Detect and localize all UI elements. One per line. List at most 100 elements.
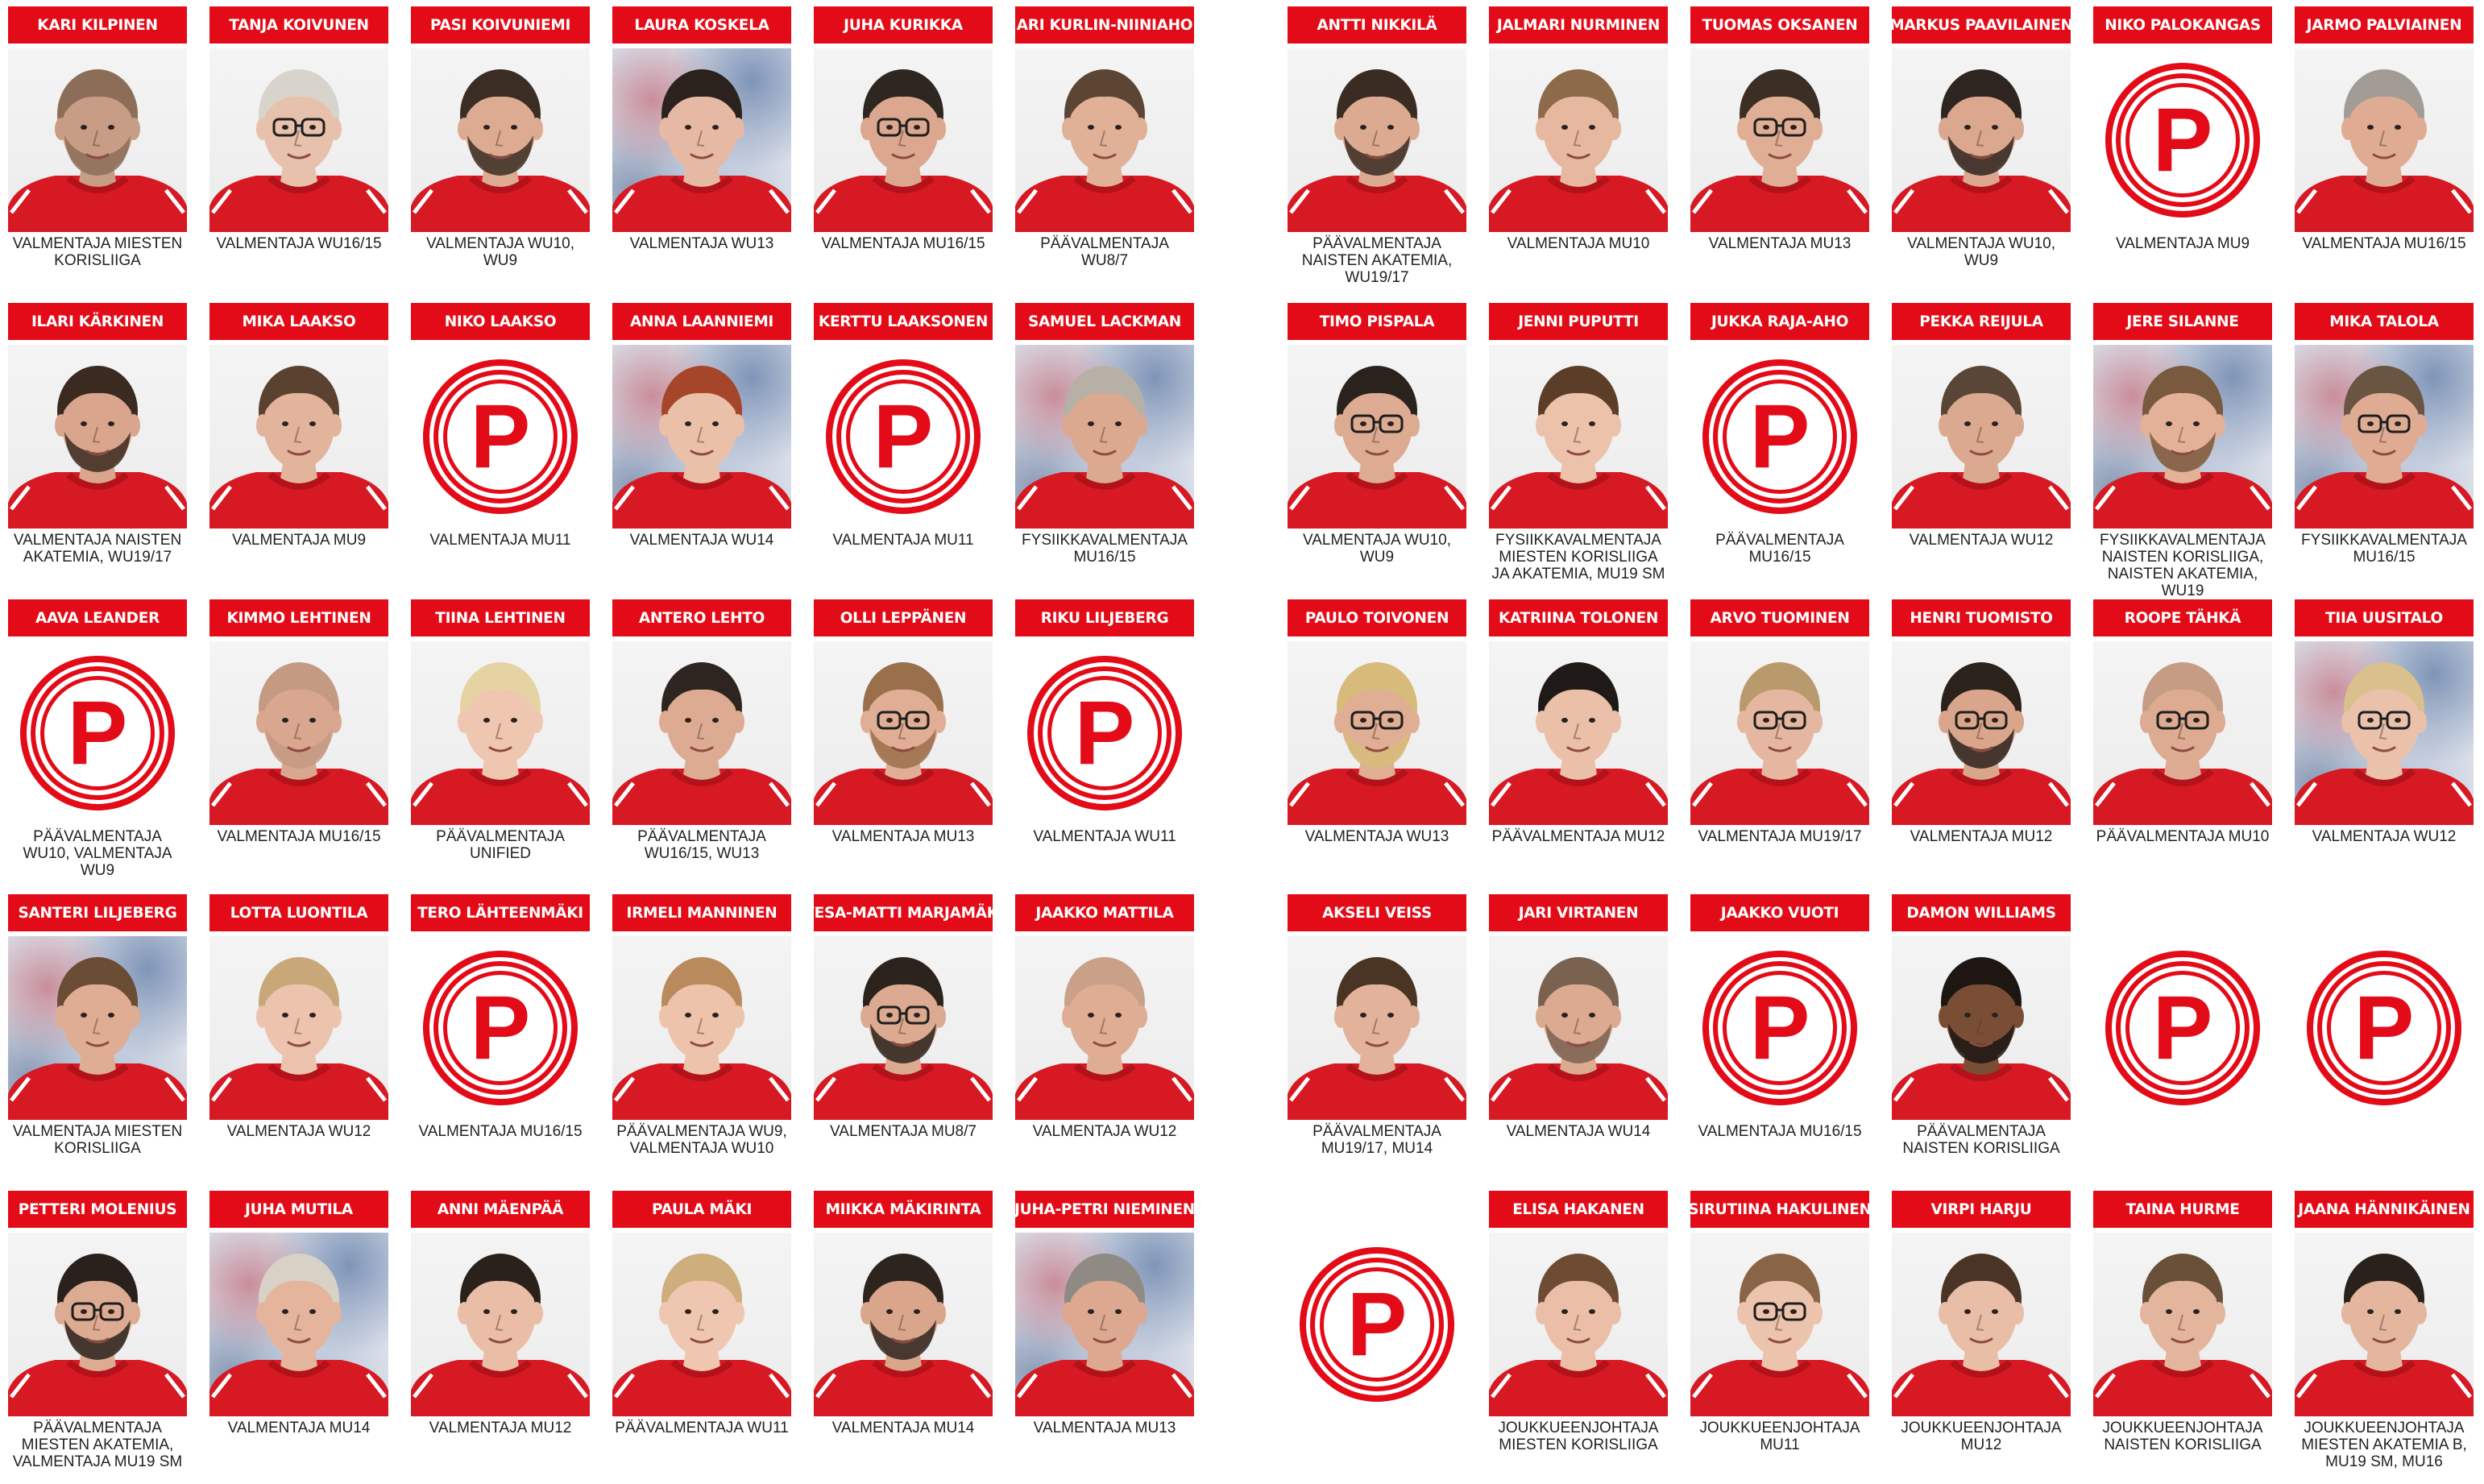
coach-name: ROOPE TÄHKÄ xyxy=(2093,599,2272,636)
portrait-figure xyxy=(1489,957,1668,1120)
coach-photo xyxy=(1489,48,1668,232)
coach-role: PÄÄVALMENTAJA NAISTEN KORISLIIGA xyxy=(1902,1123,2060,1157)
coach-name: JUHA MUTILA xyxy=(209,1191,388,1228)
placeholder-logo: P xyxy=(1690,345,1869,529)
coach-name: JENNI PUPUTTI xyxy=(1489,303,1668,340)
coach-role: JOUKKUEENJOHTAJA MIESTEN KORISLIIGA xyxy=(1498,1420,1659,1453)
coach-photo xyxy=(2093,345,2272,529)
coach-photo xyxy=(1015,48,1194,232)
coach-photo xyxy=(2295,641,2474,825)
coach-photo xyxy=(1015,936,1194,1120)
portrait-figure xyxy=(2295,1254,2474,1416)
coach-photo xyxy=(1489,345,1668,529)
coach-role: PÄÄVALMENTAJA WU9, VALMENTAJA WU10 xyxy=(616,1123,787,1157)
coach-name: AAVA LEANDER xyxy=(8,599,187,636)
coach-role: VALMENTAJA WU14 xyxy=(629,532,774,549)
club-logo-icon: P xyxy=(423,951,578,1105)
portrait-figure xyxy=(814,69,993,232)
coach-role: FYSIIKKAVALMENTAJA MIESTEN KORISLIIGA JA… xyxy=(1491,532,1665,582)
svg-text:P: P xyxy=(2354,977,2415,1078)
coach-name: JAAKKO VUOTI xyxy=(1690,894,1869,931)
portrait-figure xyxy=(1690,1254,1869,1416)
coach-photo xyxy=(612,48,791,232)
coach-photo xyxy=(1892,641,2071,825)
coach-photo xyxy=(8,1233,187,1416)
coach-role: VALMENTAJA WU10, WU9 xyxy=(425,235,575,269)
coach-name: LOTTA LUONTILA xyxy=(209,894,388,931)
coach-photo xyxy=(2093,641,2272,825)
coach-role: PÄÄVALMENTAJA MU16/15 xyxy=(1715,532,1844,566)
portrait-figure xyxy=(1892,69,2071,232)
coach-name: ELISA HAKANEN xyxy=(1489,1191,1668,1228)
portrait-figure xyxy=(1489,1254,1668,1416)
coach-photo xyxy=(1015,345,1194,529)
coach-photo xyxy=(814,1233,993,1416)
coach-name: PAULO TOIVONEN xyxy=(1288,599,1466,636)
coach-photo xyxy=(209,1233,388,1416)
portrait-figure xyxy=(1015,69,1194,232)
coach-name: MIKA TALOLA xyxy=(2295,303,2474,340)
svg-text:P: P xyxy=(471,386,531,487)
coach-photo xyxy=(1288,345,1466,529)
coach-photo xyxy=(1690,641,1869,825)
coach-role: VALMENTAJA MU8/7 xyxy=(830,1123,977,1140)
portrait-figure xyxy=(209,1254,388,1416)
coach-name: PEKKA REIJULA xyxy=(1892,303,2071,340)
coach-photo xyxy=(1015,1233,1194,1416)
club-logo-icon: P xyxy=(1027,656,1182,810)
coach-role: VALMENTAJA MU16/15 xyxy=(1698,1123,1862,1140)
portrait-figure xyxy=(1015,957,1194,1120)
coach-photo xyxy=(1690,1233,1869,1416)
portrait-figure xyxy=(1015,1254,1194,1416)
coach-name: ANTTI NIKKILÄ xyxy=(1288,6,1466,44)
coach-photo xyxy=(2295,48,2474,232)
portrait-figure xyxy=(2295,69,2474,232)
coach-role: VALMENTAJA MU12 xyxy=(1910,828,2053,845)
coach-role: FYSIIKKAVALMENTAJA MU16/15 xyxy=(1022,532,1188,566)
coach-photo xyxy=(1690,48,1869,232)
coach-photo xyxy=(2093,1233,2272,1416)
coach-name: OLLI LEPPÄNEN xyxy=(814,599,993,636)
club-logo-icon: P xyxy=(1300,1247,1454,1402)
coach-photo xyxy=(2295,1233,2474,1416)
coach-name: JARMO PALVIAINEN xyxy=(2295,6,2474,44)
coach-role: VALMENTAJA MU13 xyxy=(831,828,975,845)
coach-name: MARKUS PAAVILAINEN xyxy=(1892,6,2071,44)
coach-name: ANNI MÄENPÄÄ xyxy=(411,1191,590,1228)
coach-name: SIRUTIINA HAKULINEN xyxy=(1690,1191,1869,1228)
club-logo-icon: P xyxy=(423,359,578,514)
coach-name: IRMELI MANNINEN xyxy=(612,894,791,931)
portrait-figure xyxy=(1288,69,1466,232)
coach-photo xyxy=(1892,936,2071,1120)
portrait-figure xyxy=(814,1254,993,1416)
coach-role: VALMENTAJA MU14 xyxy=(831,1420,975,1436)
portrait-figure xyxy=(1892,957,2071,1120)
coach-name: RIKU LILJEBERG xyxy=(1015,599,1194,636)
coach-role: VALMENTAJA MU19/17 xyxy=(1698,828,1862,845)
coach-photo xyxy=(1489,936,1668,1120)
portrait-figure xyxy=(612,1254,791,1416)
coach-role: VALMENTAJA MU16/15 xyxy=(217,828,381,845)
coach-role: FYSIIKKAVALMENTAJA NAISTEN KORISLIIGA, N… xyxy=(2100,532,2266,599)
svg-text:P: P xyxy=(2153,89,2213,190)
portrait-figure xyxy=(2295,662,2474,825)
portrait-figure xyxy=(1288,366,1466,529)
portrait-figure xyxy=(8,69,187,232)
coach-role: VALMENTAJA MU13 xyxy=(1033,1420,1176,1436)
portrait-figure xyxy=(1489,366,1668,529)
portrait-figure xyxy=(209,69,388,232)
coach-name: KARI KILPINEN xyxy=(8,6,187,44)
placeholder-logo: P xyxy=(1690,936,1869,1120)
coach-role: PÄÄVALMENTAJA MU19/17, MU14 xyxy=(1312,1123,1441,1157)
coach-name: ARI KURLIN-NIINIAHO xyxy=(1015,6,1194,44)
coach-name: SAMUEL LACKMAN xyxy=(1015,303,1194,340)
coach-role: VALMENTAJA WU12 xyxy=(1032,1123,1177,1140)
portrait-figure xyxy=(209,366,388,529)
coach-name: JAANA HÄNNIKÄINEN xyxy=(2295,1191,2474,1228)
coach-role: VALMENTAJA WU10, WU9 xyxy=(1906,235,2056,269)
coach-name: VIRPI HARJU xyxy=(1892,1191,2071,1228)
coach-name: TIIA UUSITALO xyxy=(2295,599,2474,636)
placeholder-logo: P xyxy=(411,936,590,1120)
svg-text:P: P xyxy=(1347,1274,1408,1374)
coach-name: TUOMAS OKSANEN xyxy=(1690,6,1869,44)
